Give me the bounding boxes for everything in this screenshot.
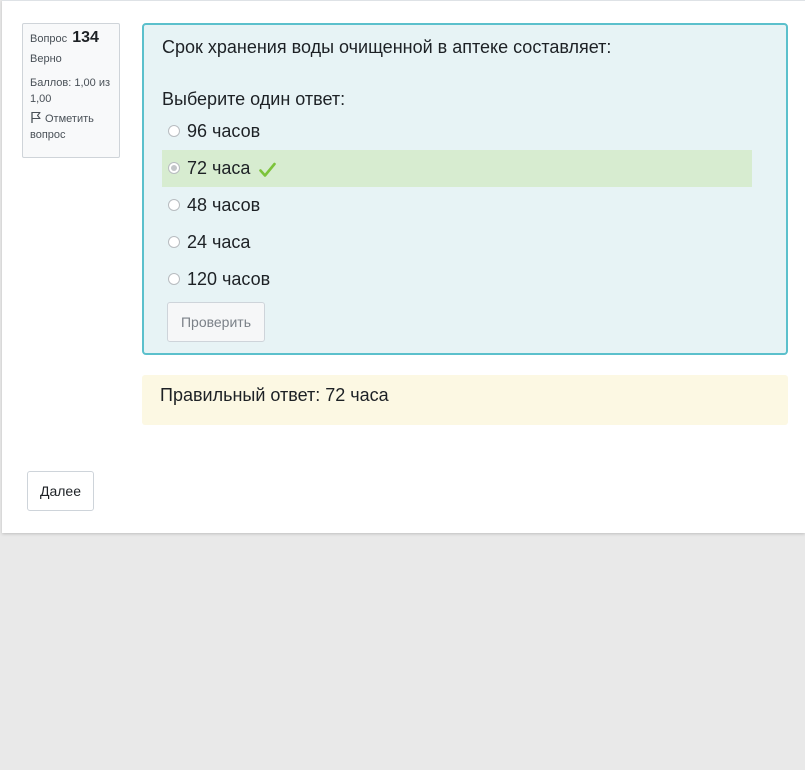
flag-icon [31, 111, 41, 123]
answer-option[interactable]: 24 часа [162, 224, 752, 261]
answer-option-correct[interactable]: 72 часа [162, 150, 752, 187]
answer-label: 48 часов [187, 195, 261, 215]
check-button[interactable]: Проверить [167, 302, 265, 342]
answer-label: 72 часа [187, 158, 251, 178]
answer-option[interactable]: 48 часов [162, 187, 752, 224]
question-grade: Баллов: 1,00 из 1,00 [30, 77, 111, 105]
flag-question-link[interactable]: Отметить вопрос [30, 111, 112, 143]
question-state: Верно [30, 53, 62, 65]
answer-radio[interactable] [168, 125, 180, 137]
page-content: Вопрос 134 Верно Баллов: 1,00 из 1,00 От… [2, 0, 805, 533]
answer-prompt: Выберите один ответ: [162, 89, 346, 109]
question-number: Вопрос 134 [30, 30, 112, 47]
answer-list: 96 часов 72 часа 48 часов 24 часа 120 ча… [162, 113, 752, 298]
next-button[interactable]: Далее [27, 471, 94, 511]
checkmark-icon [259, 162, 277, 177]
question-info-panel: Вопрос 134 Верно Баллов: 1,00 из 1,00 От… [22, 23, 120, 158]
answer-radio[interactable] [168, 236, 180, 248]
answer-radio[interactable] [168, 273, 180, 285]
answer-label: 24 часа [187, 232, 251, 252]
answer-radio-selected[interactable] [168, 162, 180, 174]
answer-radio[interactable] [168, 199, 180, 211]
question-formulation: Срок хранения воды очищенной в аптеке со… [142, 23, 788, 355]
answer-option[interactable]: 96 часов [162, 113, 752, 150]
answer-option[interactable]: 120 часов [162, 261, 752, 298]
answer-label: 96 часов [187, 121, 261, 141]
right-answer-feedback: Правильный ответ: 72 часа [142, 375, 788, 425]
question-text: Срок хранения воды очищенной в аптеке со… [162, 37, 612, 57]
question-number-label: Вопрос [30, 33, 68, 45]
question-number-value: 134 [72, 29, 99, 46]
answer-label: 120 часов [187, 269, 271, 289]
